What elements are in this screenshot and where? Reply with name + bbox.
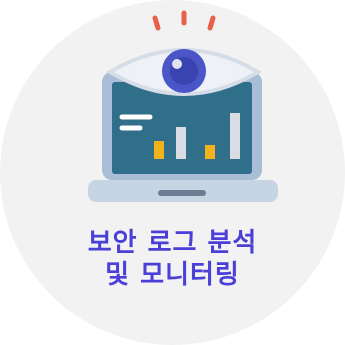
caption-title: 보안 로그 분석 bbox=[87, 228, 258, 258]
alert-spark-icon bbox=[152, 10, 216, 31]
security-monitoring-tile: 보안 로그 분석 및 모니터링 bbox=[0, 0, 345, 345]
caption-subtitle: 및 모니터링 bbox=[105, 260, 240, 290]
security-monitoring-illustration bbox=[88, 10, 278, 202]
